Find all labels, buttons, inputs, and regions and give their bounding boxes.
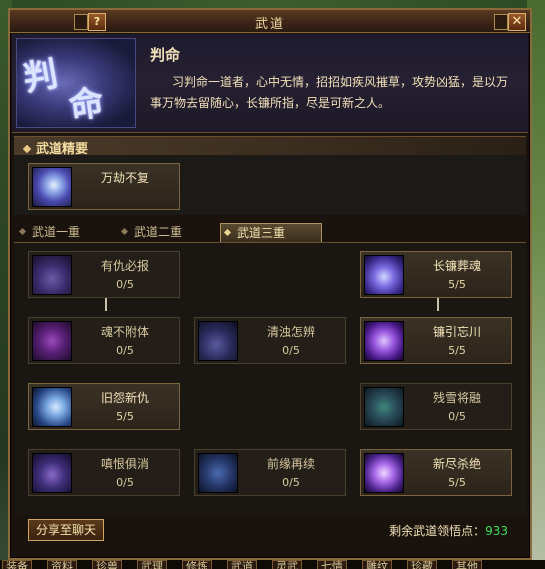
skill-card-name: 残雪将融 [432,391,481,405]
skill-card-name: 清浊怎辨 [266,325,315,339]
skill-description: 习判命一道者，心中无情，招招如疾风摧草，攻势凶猛，是以万事万物去留随心，长镰所指… [150,75,509,110]
diamond-icon [223,228,232,237]
tab-label: 武道二重 [134,225,183,239]
skill-portrait: 判 命 [16,38,136,128]
skill-icon [32,255,72,295]
tab-tier-3[interactable]: 武道三重 [220,223,322,242]
skill-icon [32,387,72,427]
skill-icon [32,167,72,207]
bottom-tab[interactable]: 灵武 [272,560,302,569]
essence-area: 万劫不复 [14,155,526,215]
skill-header: 判 命 判命 习判命一道者，心中无情，招招如疾风摧草，攻势凶猛，是以万事万物去留… [12,34,528,133]
skill-card-name: 旧怨新仇 [100,391,149,405]
skill-card-name: 魂不附体 [100,325,149,339]
points-label: 剩余武道领悟点： [389,524,486,538]
tree-skill-card[interactable]: 镰引忘川 5/5 [360,317,512,364]
skill-card-name: 嗔恨俱消 [100,457,149,471]
tree-skill-card[interactable]: 有仇必报 0/5 [28,251,180,298]
skill-icon [364,321,404,361]
tree-skill-card[interactable]: 长镰葬魂 5/5 [360,251,512,298]
points-value: 933 [485,524,508,538]
essence-section-header: 武道精要 [14,136,526,157]
skill-card-points: 5/5 [448,278,466,291]
skill-card-name: 万劫不复 [100,171,149,185]
bottom-tab[interactable]: 其他 [452,560,482,569]
titlebar-ornament-right [494,14,508,30]
tree-skill-card[interactable]: 旧怨新仇 5/5 [28,383,180,430]
skill-icon [364,453,404,493]
skill-tree: 有仇必报 0/5 长镰葬魂 5/5 魂不附体 0/5 清浊怎辨 0/5 镰引忘川… [14,243,526,515]
tab-label: 武道一重 [32,225,81,239]
skill-card-name: 新尽杀绝 [432,457,481,471]
skill-card-points: 5/5 [116,410,134,423]
bottom-tab[interactable]: 珍兽 [92,560,122,569]
tree-skill-card[interactable]: 新尽杀绝 5/5 [360,449,512,496]
tab-tier-1[interactable]: 武道一重 [16,223,128,241]
tab-label: 武道三重 [237,226,286,240]
bottom-tab[interactable]: 珍藏 [407,560,437,569]
tree-skill-card[interactable]: 魂不附体 0/5 [28,317,180,364]
remaining-points: 剩余武道领悟点：933 [389,522,508,539]
skill-card-name: 有仇必报 [100,259,149,273]
bottom-tab[interactable]: 装备 [2,560,32,569]
bottom-tab-bar: 装备 资料 珍兽 武理 修炼 武道 灵武 七情 雕纹 珍藏 其他 [0,560,545,569]
close-button[interactable]: ✕ [508,13,526,31]
bottom-tab[interactable]: 修炼 [182,560,212,569]
bottom-tab[interactable]: 武理 [137,560,167,569]
bottom-tab[interactable]: 七情 [317,560,347,569]
tree-skill-card[interactable]: 残雪将融 0/5 [360,383,512,430]
skill-card-points: 5/5 [448,344,466,357]
bottom-tab[interactable]: 资料 [47,560,77,569]
skill-card-points: 5/5 [448,476,466,489]
skill-card-points: 0/5 [282,476,300,489]
tree-skill-card[interactable]: 前缘再续 0/5 [194,449,346,496]
tree-skill-card[interactable]: 嗔恨俱消 0/5 [28,449,180,496]
skill-card-points: 0/5 [282,344,300,357]
skill-card-points: 0/5 [448,410,466,423]
skill-card-points: 0/5 [116,476,134,489]
tier-tabs: 武道一重 武道二重 武道三重 [14,221,526,243]
skill-card-name: 长镰葬魂 [432,259,481,273]
martial-way-window: ? 武道 ✕ 判 命 判命 习判命一道者，心中无情，招招如疾风摧草，攻势凶猛，是… [8,8,532,560]
diamond-icon [120,227,129,236]
tree-skill-card[interactable]: 清浊怎辨 0/5 [194,317,346,364]
skill-card-name: 前缘再续 [266,457,315,471]
diamond-icon [22,144,32,153]
tab-tier-2[interactable]: 武道二重 [118,223,230,241]
skill-card-points: 0/5 [116,278,134,291]
skill-icon [198,321,238,361]
skill-card-name: 镰引忘川 [432,325,481,339]
skill-name: 判命 [150,46,181,64]
essence-skill-card[interactable]: 万劫不复 [28,163,180,210]
diamond-icon [18,227,27,236]
skill-icon [364,255,404,295]
skill-icon [198,453,238,493]
portrait-glyph: 命 [66,82,107,128]
bottom-tab[interactable]: 武道 [227,560,257,569]
window-title: 武道 [254,17,285,32]
share-to-chat-button[interactable]: 分享至聊天 [28,519,104,541]
skill-icon [32,453,72,493]
bottom-tab[interactable]: 雕纹 [362,560,392,569]
portrait-glyph: 判 [20,54,57,100]
skill-card-points: 0/5 [116,344,134,357]
skill-icon [364,387,404,427]
skill-icon [32,321,72,361]
title-bar[interactable]: ? 武道 ✕ [10,10,530,33]
